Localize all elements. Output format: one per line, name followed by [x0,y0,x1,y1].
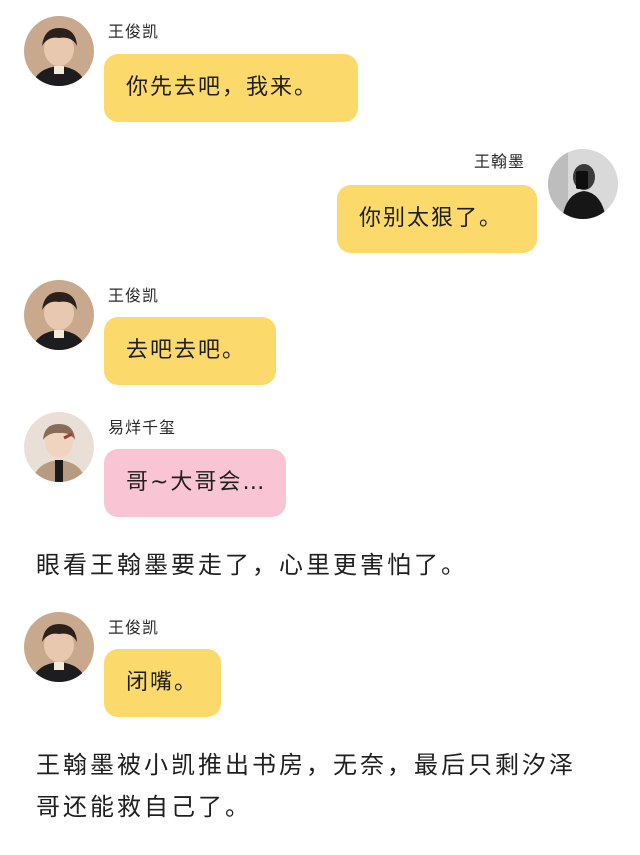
person-photo-icon [548,149,618,219]
person-photo-icon [24,412,94,482]
message-bubble[interactable]: 闭嘴。 [104,649,221,717]
narration-text: 王翰墨被小凯推出书房，无奈，最后只剩汐泽哥还能救自己了。 [36,751,576,821]
person-photo-icon [24,612,94,682]
message-bubble[interactable]: 去吧去吧。 [104,317,276,385]
avatar-wanghanmo[interactable] [548,149,618,219]
message-bubble[interactable]: 你先去吧，我来。 [104,54,358,122]
avatar-yiyangqianxi[interactable] [24,412,94,482]
avatar-wangjunkai[interactable] [24,280,94,350]
sender-name: 王俊凯 [108,618,160,637]
message-bubble[interactable]: 你别太狠了。 [337,185,537,253]
narration-text: 眼看王翰墨要走了，心里更害怕了。 [36,551,468,579]
sender-name: 王俊凯 [108,22,160,41]
person-photo-icon [24,280,94,350]
person-photo-icon [24,16,94,86]
message-bubble[interactable]: 哥~大哥会… [104,449,286,517]
avatar-wangjunkai[interactable] [24,612,94,682]
sender-name: 王翰墨 [474,152,526,171]
avatar-wangjunkai[interactable] [24,16,94,86]
sender-name: 王俊凯 [108,286,160,305]
sender-name: 易烊千玺 [108,418,177,437]
